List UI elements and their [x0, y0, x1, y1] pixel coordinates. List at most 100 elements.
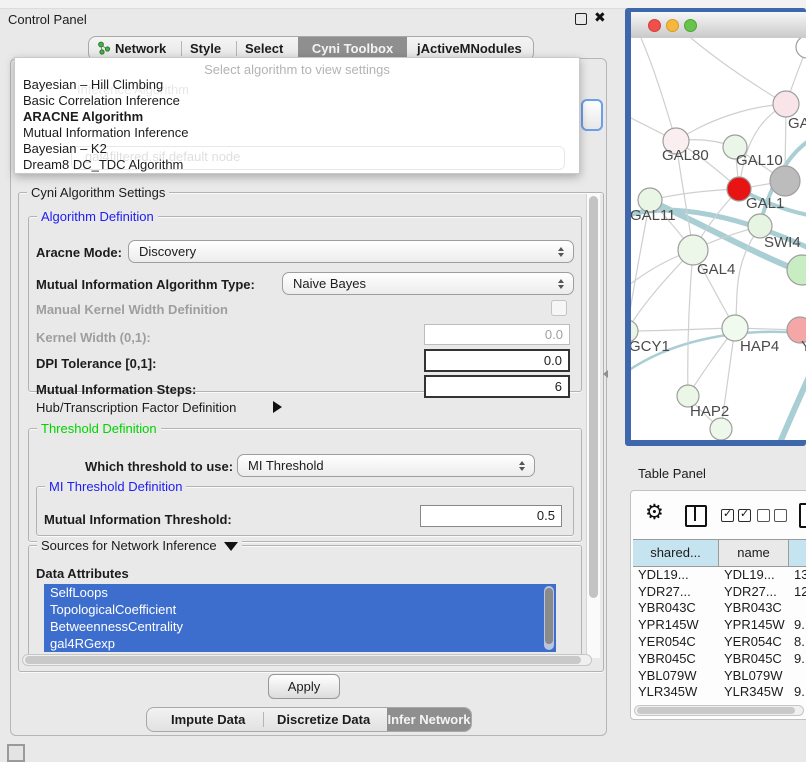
- table-cell: YBR045C: [719, 651, 789, 666]
- window-minimize-button[interactable]: [666, 19, 679, 32]
- mi-type-combo[interactable]: Naive Bayes: [282, 272, 574, 295]
- algorithm-dropdown-item[interactable]: Bayesian – K2: [19, 141, 575, 157]
- mi-threshold-field[interactable]: 0.5: [420, 505, 562, 527]
- sources-group-title[interactable]: Sources for Network Inference: [37, 538, 242, 553]
- table-cell: 12: [789, 584, 806, 599]
- network-canvas[interactable]: GALGAL80GAL10GAL1GAL11SWI4GAL4GCY1HAP4YH…: [631, 38, 806, 440]
- data-attributes-label: Data Attributes: [36, 566, 129, 581]
- apply-button[interactable]: Apply: [268, 674, 340, 699]
- node-label-gal2: GAL: [788, 115, 806, 132]
- table-horizontal-scrollbar-thumb[interactable]: [637, 707, 795, 714]
- window-zoom-button[interactable]: [684, 19, 697, 32]
- which-threshold-value: MI Threshold: [238, 458, 514, 473]
- mi-steps-field[interactable]: 6: [424, 375, 570, 398]
- network-edge: [688, 250, 693, 396]
- manual-kernel-checkbox[interactable]: [551, 300, 567, 316]
- table-row[interactable]: YLR345WYLR345W9.: [633, 684, 806, 701]
- table-row[interactable]: YDL19...YDL19...13: [633, 566, 806, 583]
- column-header-partial[interactable]: [789, 540, 806, 566]
- table-cell: YBR045C: [633, 651, 719, 666]
- table-panel-card: ⚙ ✓✓ shared... name YDL19...YDL19...13YD…: [630, 490, 806, 720]
- table-row[interactable]: YBR045CYBR045C9.: [633, 650, 806, 667]
- node-label-gal11: GAL11: [631, 207, 676, 224]
- collapse-arrow-icon[interactable]: [224, 542, 238, 551]
- panel-splitter-handle[interactable]: [603, 370, 608, 378]
- aracne-mode-combo[interactable]: Discovery: [128, 240, 574, 263]
- table-panel-title: Table Panel: [638, 466, 706, 481]
- mi-type-label: Mutual Information Algorithm Type:: [36, 277, 255, 292]
- table-cell: YDL19...: [633, 567, 719, 582]
- tab-style[interactable]: Style: [190, 41, 221, 56]
- table-cell: YER054C: [633, 634, 719, 649]
- split-columns-icon[interactable]: [685, 505, 707, 527]
- network-window-titlebar[interactable]: [631, 12, 806, 39]
- table-row[interactable]: YPR145WYPR145W9.: [633, 616, 806, 633]
- network-node-gal2[interactable]: [773, 91, 799, 117]
- table-cell: YPR145W: [633, 617, 719, 632]
- window-close-button[interactable]: [648, 19, 661, 32]
- attributes-list-scrollbar-thumb[interactable]: [545, 588, 553, 644]
- show-checked-columns-icon[interactable]: ✓✓: [719, 507, 753, 525]
- data-attribute-item[interactable]: gal4RGexp: [44, 635, 556, 652]
- dpi-tolerance-label: DPI Tolerance [0,1]:: [36, 356, 156, 371]
- settings-vertical-scrollbar-thumb[interactable]: [589, 196, 598, 598]
- column-header-name[interactable]: name: [719, 540, 789, 566]
- algorithm-dropdown-item[interactable]: Basic Correlation Inference: [19, 93, 575, 109]
- network-node-big-green[interactable]: [787, 255, 806, 285]
- algorithm-dropdown[interactable]: Select algorithm to view settings Infere…: [14, 57, 580, 174]
- tab-discretize-data[interactable]: Discretize Data: [277, 712, 370, 727]
- table-row[interactable]: YDR27...YDR27...12: [633, 583, 806, 600]
- new-table-icon[interactable]: [799, 503, 806, 528]
- table-row[interactable]: YBR043CYBR043C: [633, 600, 806, 617]
- algorithm-dropdown-item[interactable]: Bayesian – Hill Climbing: [19, 77, 575, 93]
- kernel-width-field[interactable]: 0.0: [424, 324, 570, 345]
- settings-vertical-scrollbar[interactable]: [586, 194, 600, 658]
- float-panel-icon[interactable]: [575, 13, 587, 25]
- which-threshold-combo[interactable]: MI Threshold: [237, 454, 535, 477]
- table-row[interactable]: YIL052CYIL052C9.: [633, 700, 806, 704]
- network-node-gray-node[interactable]: [770, 166, 800, 196]
- dpi-tolerance-field[interactable]: 0.0: [424, 349, 570, 372]
- kernel-width-label: Kernel Width (0,1):: [36, 330, 151, 345]
- algorithm-dropdown-item[interactable]: Dream8 DC_TDC Algorithm: [19, 157, 575, 173]
- hub-definition-toggle[interactable]: Hub/Transcription Factor Definition: [36, 400, 236, 415]
- algorithm-dropdown-item[interactable]: Mutual Information Inference: [19, 125, 575, 141]
- algorithm-dropdown-list: Bayesian – Hill ClimbingBasic Correlatio…: [19, 77, 575, 173]
- control-panel-title: Control Panel: [8, 12, 87, 27]
- settings-horizontal-scrollbar-thumb[interactable]: [25, 656, 581, 664]
- data-attribute-item[interactable]: TopologicalCoefficient: [44, 601, 556, 618]
- hide-columns-icon[interactable]: [755, 507, 789, 525]
- table-horizontal-scrollbar[interactable]: [634, 705, 804, 716]
- table-settings-gear-icon[interactable]: ⚙: [645, 502, 664, 523]
- table-row[interactable]: YER054CYER054C8.: [633, 633, 806, 650]
- network-node-bot-partial[interactable]: [710, 418, 732, 440]
- hub-expand-arrow-icon[interactable]: [273, 401, 282, 413]
- node-label-salmon: Y: [801, 338, 806, 355]
- network-edge: [631, 328, 735, 331]
- mi-steps-label: Mutual Information Steps:: [36, 382, 196, 397]
- table-cell: YLR345W: [719, 684, 789, 699]
- table-cell: 13: [789, 567, 806, 582]
- algorithm-dropdown-item[interactable]: ARACNE Algorithm: [19, 109, 575, 125]
- mi-threshold-label: Mutual Information Threshold:: [44, 512, 232, 527]
- tab-network[interactable]: Network: [115, 41, 166, 56]
- tab-infer-network[interactable]: Infer Network: [387, 708, 471, 731]
- tab-select[interactable]: Select: [245, 41, 283, 56]
- tab-jactivemnodules[interactable]: jActiveMNodules: [417, 41, 522, 56]
- dropdown-placeholder: Select algorithm to view settings: [15, 58, 579, 77]
- table-row[interactable]: YBL079WYBL079W: [633, 667, 806, 684]
- data-attribute-item[interactable]: BetweennessCentrality: [44, 618, 556, 635]
- data-attributes-list[interactable]: SelfLoopsTopologicalCoefficientBetweenne…: [44, 584, 556, 652]
- attributes-list-scrollbar[interactable]: [544, 586, 554, 650]
- settings-horizontal-scrollbar[interactable]: [22, 654, 592, 666]
- which-threshold-label: Which threshold to use:: [85, 459, 233, 474]
- collapsed-panel-button[interactable]: [7, 744, 25, 762]
- data-attribute-item[interactable]: SelfLoops: [44, 584, 556, 601]
- close-panel-icon[interactable]: ✖: [594, 9, 606, 26]
- tab-impute-data[interactable]: Impute Data: [171, 712, 245, 727]
- table-cell: 8.: [789, 634, 806, 649]
- table-cell: YIL052C: [719, 701, 789, 704]
- column-header-shared-name[interactable]: shared...: [633, 540, 719, 566]
- network-window-frame[interactable]: GALGAL80GAL10GAL1GAL11SWI4GAL4GCY1HAP4YH…: [625, 8, 806, 446]
- network-node-top-partial[interactable]: [796, 38, 806, 58]
